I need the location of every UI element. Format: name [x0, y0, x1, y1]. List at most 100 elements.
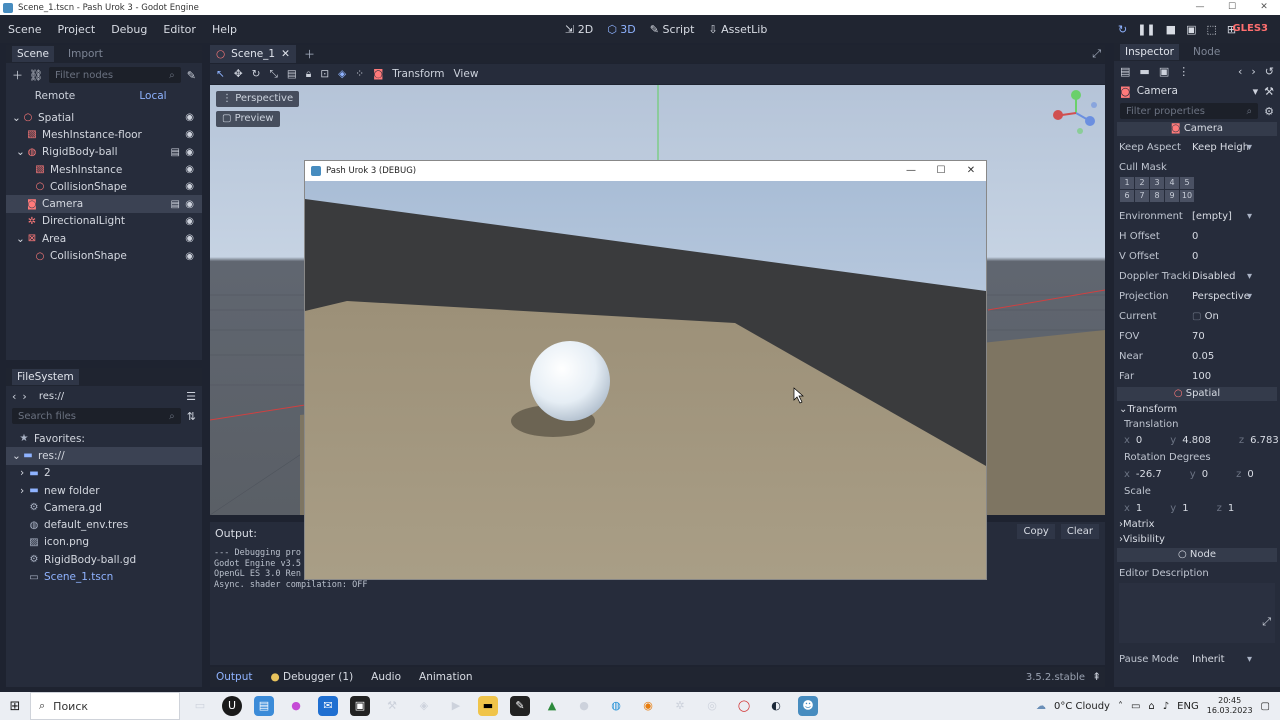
menu-project[interactable]: Project: [50, 23, 104, 36]
godot-icon[interactable]: ☻: [798, 696, 818, 716]
rotation-z[interactable]: z0: [1236, 469, 1254, 480]
transform-menu[interactable]: Transform: [392, 68, 444, 80]
expand-editor-icon[interactable]: ⤢: [1262, 615, 1271, 629]
visibility-eye-icon[interactable]: ◉: [185, 233, 194, 244]
select-tool-icon[interactable]: ↖: [216, 68, 225, 80]
mail-icon[interactable]: ✉: [318, 696, 338, 716]
scale-z[interactable]: z1: [1217, 503, 1235, 514]
volume-icon[interactable]: ♪: [1163, 701, 1169, 712]
weather-text[interactable]: 0°C Cloudy: [1054, 701, 1110, 712]
visibility-eye-icon[interactable]: ◉: [185, 147, 194, 158]
notes-icon[interactable]: ✎: [510, 696, 530, 716]
visibility-eye-icon[interactable]: ◉: [185, 164, 194, 175]
tree-node-directionallight[interactable]: ✲ DirectionalLight ◉: [6, 213, 202, 230]
file-icon[interactable]: ▤: [254, 696, 274, 716]
tab-filesystem[interactable]: FileSystem: [12, 369, 79, 385]
section-node[interactable]: ○ Node: [1117, 548, 1277, 562]
section-spatial[interactable]: ○ Spatial: [1117, 387, 1277, 401]
visibility-eye-icon[interactable]: ◉: [185, 199, 194, 210]
fs-default-env[interactable]: ◍ default_env.tres: [6, 516, 202, 533]
debug-maximize-button[interactable]: ☐: [926, 161, 956, 181]
pin-panel-icon[interactable]: ⇞: [1092, 671, 1101, 683]
debug-game-window[interactable]: Pash Urok 3 (DEBUG) — ☐ ✕: [304, 160, 987, 580]
object-selector[interactable]: ◙ Camera ▾ ⚒: [1114, 81, 1280, 101]
tray-expand-icon[interactable]: ˄: [1118, 701, 1123, 712]
translation-y[interactable]: y 4.808: [1170, 435, 1211, 446]
blender-icon[interactable]: ◉: [638, 696, 658, 716]
open-folder-icon[interactable]: ▬: [1139, 65, 1149, 78]
script-icon[interactable]: ▤: [171, 147, 180, 158]
split-view-icon[interactable]: ☰: [186, 390, 196, 403]
workspace-3d[interactable]: ⬡ 3D: [607, 23, 636, 36]
prop-far[interactable]: Far 100: [1114, 366, 1280, 386]
tree-node-area[interactable]: ⌄ ⊠ Area ◉: [6, 230, 202, 247]
game-view[interactable]: [305, 181, 986, 579]
prop-pause-mode[interactable]: Pause Mode Inherit: [1114, 649, 1280, 669]
camera-preview-icon[interactable]: ◙: [373, 68, 383, 80]
expand-arrow-icon[interactable]: ›: [20, 485, 28, 497]
expand-arrow-icon[interactable]: ›: [20, 467, 28, 479]
opera-icon[interactable]: ◯: [734, 696, 754, 716]
prop-doppler[interactable]: Doppler Tracki Disabled: [1114, 266, 1280, 286]
search-files-input[interactable]: Search files ⌕: [12, 408, 181, 424]
debug-close-button[interactable]: ✕: [956, 161, 986, 181]
keep-aspect-dropdown[interactable]: Keep Heigh: [1192, 142, 1252, 153]
folder-icon[interactable]: ▬: [478, 696, 498, 716]
h-offset-field[interactable]: 0: [1192, 231, 1198, 242]
collapse-arrow-icon[interactable]: ⌄: [16, 146, 26, 158]
scale-tool-icon[interactable]: ⤡: [269, 68, 277, 81]
chatgpt-icon[interactable]: ✲: [670, 696, 690, 716]
reload-icon[interactable]: ↻: [1118, 23, 1127, 36]
github-icon[interactable]: ●: [574, 696, 594, 716]
minimize-button[interactable]: —: [1184, 0, 1216, 15]
tab-import[interactable]: Import: [68, 48, 103, 60]
preview-button[interactable]: ▢ Preview: [216, 111, 280, 127]
cull-mask-grid[interactable]: 1 2 3 4 5 6 7 8 9 10: [1120, 177, 1280, 202]
fov-slider[interactable]: 70: [1192, 331, 1205, 342]
snap-icon[interactable]: ⁘: [355, 68, 364, 80]
list-tool-icon[interactable]: ▤: [287, 68, 297, 80]
collapse-arrow-icon[interactable]: ⌄: [16, 233, 26, 245]
save-icon[interactable]: ▣: [1159, 65, 1169, 78]
scale-y[interactable]: y1: [1170, 503, 1188, 514]
steam-icon[interactable]: ◐: [766, 696, 786, 716]
history-forward-icon[interactable]: ›: [1251, 65, 1255, 78]
current-checkbox[interactable]: ▢ On: [1192, 311, 1219, 322]
tab-inspector[interactable]: Inspector: [1120, 44, 1179, 60]
copy-button[interactable]: Copy: [1017, 524, 1055, 539]
doppler-dropdown[interactable]: Disabled: [1192, 271, 1253, 282]
tool-icon[interactable]: ⚒: [382, 696, 402, 716]
network-icon[interactable]: ⌂: [1148, 701, 1154, 712]
rotation-y[interactable]: y0: [1190, 469, 1208, 480]
battery-icon[interactable]: ▭: [1131, 701, 1140, 712]
remote-tab[interactable]: Remote: [6, 90, 104, 102]
renderer-label[interactable]: GLES3: [1232, 15, 1268, 43]
tab-debugger[interactable]: ● Debugger (1): [270, 671, 353, 683]
terminal-icon[interactable]: ▣: [350, 696, 370, 716]
translation-fields[interactable]: x0 y 4.808 z 6.783: [1114, 432, 1280, 449]
workspace-assetlib[interactable]: ⇩ AssetLib: [708, 23, 767, 36]
forward-arrow-icon[interactable]: ›: [22, 390, 26, 403]
add-tab-icon[interactable]: ＋: [304, 46, 315, 62]
projection-dropdown[interactable]: Perspective: [1192, 291, 1252, 302]
group-icon[interactable]: ⊡: [320, 68, 329, 80]
group-matrix[interactable]: › Matrix: [1114, 517, 1280, 532]
pause-icon[interactable]: ❚❚: [1137, 23, 1155, 36]
play-scene-icon[interactable]: ▣: [1186, 23, 1196, 36]
edge-icon[interactable]: ◍: [606, 696, 626, 716]
local-tab[interactable]: Local: [104, 90, 202, 102]
tab-output[interactable]: Output: [216, 671, 252, 683]
editor-description-field[interactable]: ⤢: [1119, 583, 1275, 643]
task-view-icon[interactable]: ▭: [190, 696, 210, 716]
group-transform[interactable]: ⌄ Transform: [1114, 402, 1280, 417]
close-tab-icon[interactable]: ✕: [281, 48, 290, 60]
fs-new-folder[interactable]: › ▬ new folder: [6, 482, 202, 499]
tree-node-spatial[interactable]: ⌄ ○ Spatial ◉: [6, 109, 202, 126]
script-attach-icon[interactable]: ✎: [187, 69, 196, 82]
perspective-button[interactable]: ⋮ Perspective: [216, 91, 300, 107]
unity-icon[interactable]: ◈: [414, 696, 434, 716]
prop-fov[interactable]: FOV 70: [1114, 326, 1280, 346]
filter-properties-input[interactable]: Filter properties ⌕: [1120, 103, 1259, 119]
clock[interactable]: 20:45 16.03.2023: [1207, 696, 1253, 716]
menu-scene[interactable]: Scene: [0, 23, 50, 36]
